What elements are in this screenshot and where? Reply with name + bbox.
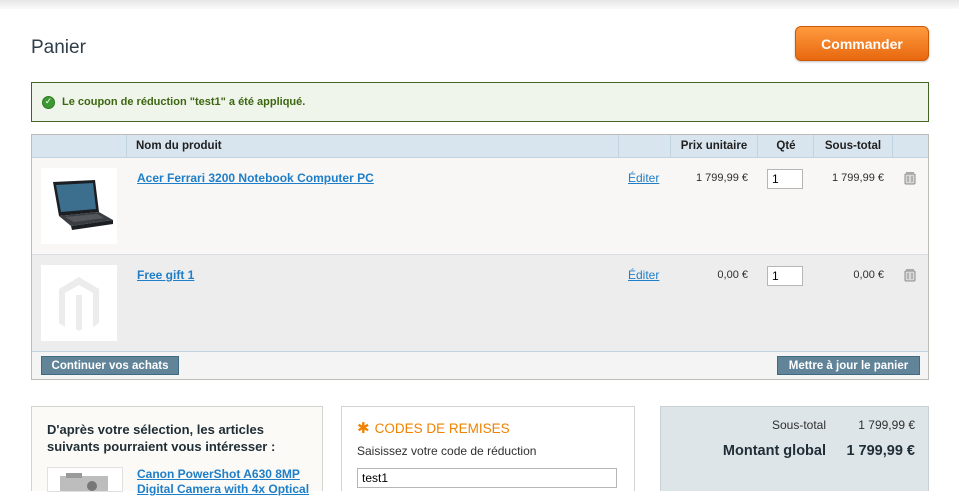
cart-row: Acer Ferrari 3200 Notebook Computer PC É… bbox=[32, 158, 928, 255]
totals-box: Sous-total 1 799,99 € Montant global 1 7… bbox=[660, 406, 929, 491]
page-title: Panier bbox=[31, 37, 86, 58]
delete-icon[interactable] bbox=[902, 170, 918, 186]
subtotal-value: 1 799,99 € bbox=[858, 418, 915, 432]
row-subtotal: 1 799,99 € bbox=[832, 172, 884, 184]
cart-table: Nom du produit Prix unitaire Qté Sous-to… bbox=[31, 134, 929, 380]
quantity-input[interactable] bbox=[767, 266, 803, 286]
delete-icon[interactable] bbox=[902, 267, 918, 283]
discount-heading: CODES DE REMISES bbox=[374, 420, 510, 436]
edit-link[interactable]: Éditer bbox=[628, 171, 659, 185]
product-link[interactable]: Free gift 1 bbox=[137, 268, 194, 282]
product-image-camera[interactable] bbox=[47, 467, 123, 492]
quantity-input[interactable] bbox=[767, 169, 803, 189]
checkout-button[interactable]: Commander bbox=[795, 26, 929, 61]
discount-box: ✱ CODES DE REMISES Saisissez votre code … bbox=[341, 406, 635, 491]
product-image-placeholder[interactable] bbox=[41, 265, 117, 341]
discount-label: Saisissez votre code de réduction bbox=[357, 444, 537, 458]
update-cart-button[interactable]: Mettre à jour le panier bbox=[777, 356, 920, 375]
edit-link[interactable]: Éditer bbox=[628, 268, 659, 282]
crosssell-product-link[interactable]: Canon PowerShot A630 8MP Digital Camera … bbox=[137, 467, 317, 497]
col-header-subtotal: Sous-total bbox=[824, 140, 882, 152]
cart-footer: Continuer vos achats Mettre à jour le pa… bbox=[32, 352, 928, 379]
asterisk-icon: ✱ bbox=[357, 419, 370, 437]
crosssell-box: D'après votre sélection, les articles su… bbox=[31, 406, 323, 496]
subtotal-label: Sous-total bbox=[771, 418, 826, 432]
discount-heading-row: ✱ CODES DE REMISES bbox=[357, 419, 510, 437]
col-header-unit-price: Prix unitaire bbox=[680, 140, 748, 152]
product-image-laptop[interactable] bbox=[41, 168, 117, 244]
grand-total-label: Montant global bbox=[722, 443, 826, 459]
col-header-name: Nom du produit bbox=[136, 140, 222, 152]
success-message-text: Le coupon de réduction "test1" a été app… bbox=[62, 96, 306, 108]
unit-price: 1 799,99 € bbox=[696, 172, 748, 184]
product-link[interactable]: Acer Ferrari 3200 Notebook Computer PC bbox=[137, 171, 374, 185]
unit-price: 0,00 € bbox=[717, 269, 748, 281]
coupon-code-input[interactable] bbox=[357, 468, 617, 488]
col-header-qty: Qté bbox=[776, 140, 796, 152]
success-check-icon: ✓ bbox=[42, 95, 55, 109]
top-bar bbox=[0, 0, 959, 9]
cart-table-header: Nom du produit Prix unitaire Qté Sous-to… bbox=[32, 135, 928, 158]
crosssell-heading: D'après votre sélection, les articles su… bbox=[47, 422, 276, 454]
grand-total-value: 1 799,99 € bbox=[846, 443, 915, 459]
row-subtotal: 0,00 € bbox=[853, 269, 884, 281]
cart-row: Free gift 1 Éditer 0,00 € 0,00 € bbox=[32, 255, 928, 352]
continue-shopping-button[interactable]: Continuer vos achats bbox=[41, 356, 179, 375]
success-message: ✓ Le coupon de réduction "test1" a été a… bbox=[31, 82, 929, 122]
